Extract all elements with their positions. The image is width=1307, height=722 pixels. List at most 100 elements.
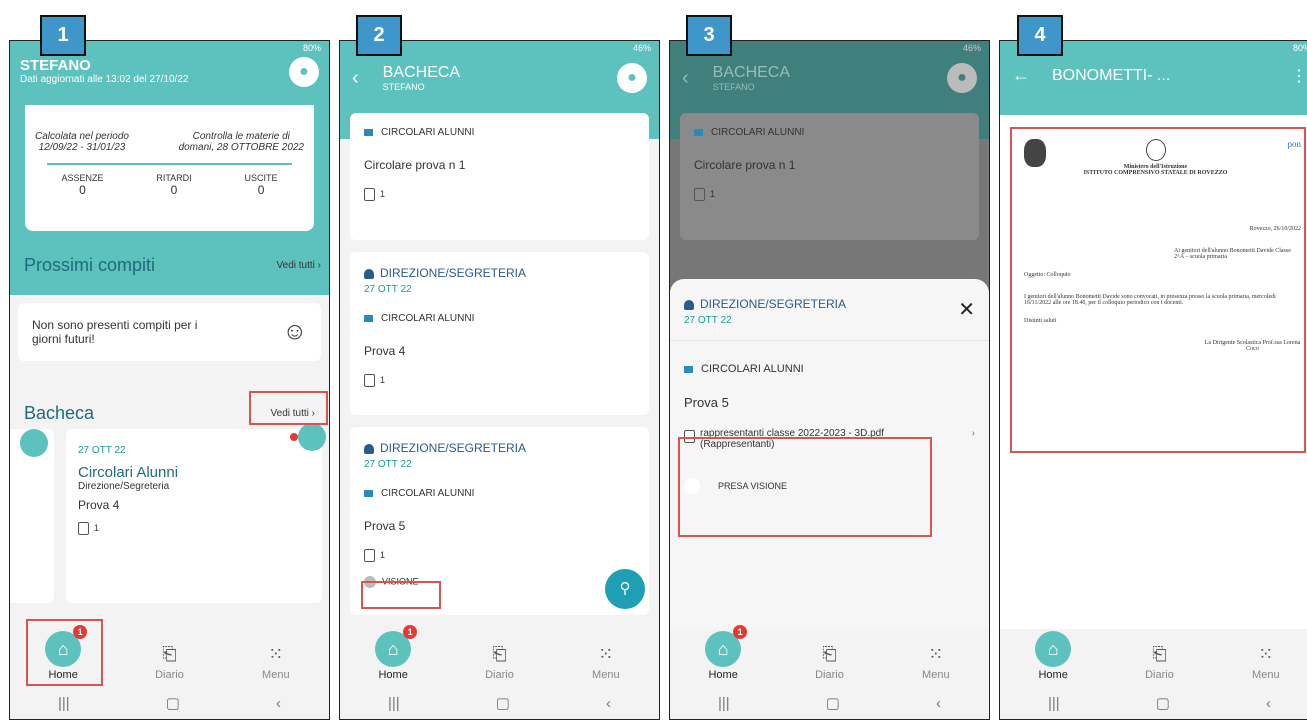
search-icon[interactable]: ⚲ [605, 569, 645, 609]
stat-ritardi: RITARDI 0 [156, 173, 192, 197]
nav-diario[interactable]: ⎗ Diario [1119, 639, 1199, 681]
note-icon [298, 423, 326, 451]
step-tag-1: 1 [40, 15, 86, 56]
document-icon [364, 549, 375, 562]
bookmark-icon: ⎗ [492, 644, 507, 664]
back-button[interactable]: ‹ [936, 695, 941, 712]
highlight-home [26, 619, 103, 686]
close-icon[interactable]: ✕ [958, 297, 975, 326]
nav-menu[interactable]: ⁙ Menu [566, 639, 646, 681]
nav-home[interactable]: ⌂ Home [1013, 631, 1093, 681]
recents-button[interactable]: ||| [58, 695, 70, 712]
bacheca-title: Bacheca [24, 403, 95, 423]
bacheca-item-2[interactable]: DIREZIONE/SEGRETERIA 27 OTT 22 CIRCOLARI… [350, 252, 649, 415]
bacheca-item-1[interactable]: CIRCOLARI ALUNNI Circolare prova n 1 1 [350, 113, 649, 240]
tray-icon: ☺ [282, 318, 307, 345]
avatar-icon[interactable]: ● [947, 63, 977, 93]
bottom-nav: ⌂ Home ⎗ Diario ⁙ Menu [1000, 629, 1307, 687]
notification-badge: 1 [733, 625, 748, 639]
phone-screen-home: 80% STEFANO Dati aggiornati alle 13:02 d… [9, 40, 330, 720]
back-arrow-icon[interactable]: ‹ [682, 67, 689, 90]
step-tag-3: 3 [686, 15, 732, 56]
avatar-icon[interactable]: ● [617, 63, 647, 93]
folder-icon [364, 489, 373, 497]
empty-tasks-text: Non sono presenti compiti per i giorni f… [32, 318, 198, 346]
stat-uscite: USCITE 0 [244, 173, 278, 197]
step-tag-2: 2 [356, 15, 402, 56]
recents-button[interactable]: ||| [1048, 695, 1060, 712]
document-icon [364, 188, 375, 201]
system-nav: ||| ▢ ‹ [10, 687, 329, 719]
nav-home[interactable]: ⌂ 1 Home [353, 625, 433, 681]
person-icon [684, 299, 694, 310]
home-icon: ⌂ 1 [375, 625, 418, 667]
check-date: domani, 28 OTTOBRE 2022 [178, 142, 304, 153]
grid-icon: ⁙ [268, 644, 284, 664]
item-title: Prova 4 [364, 344, 406, 358]
back-arrow-icon[interactable]: ‹ [352, 67, 359, 90]
empty-tasks-card: Non sono presenti compiti per i giorni f… [18, 303, 321, 361]
more-icon[interactable]: ⋮ [1291, 66, 1307, 86]
nav-menu[interactable]: ⁙ Menu [1226, 639, 1306, 681]
document-icon [364, 374, 375, 387]
period-label: Calcolata nel periodo [35, 131, 129, 142]
back-button[interactable]: ‹ [1266, 695, 1271, 712]
nav-menu[interactable]: ⁙ Menu [236, 639, 316, 681]
note-icon [20, 429, 48, 457]
bottom-nav: ⌂ 1 Home ⎗ Diario ⁙ Menu [670, 625, 989, 687]
home-button[interactable]: ▢ [166, 694, 180, 712]
nav-diario[interactable]: ⎗ Diario [129, 639, 209, 681]
system-nav: ||| ▢ ‹ [340, 687, 659, 719]
home-icon: ⌂ 1 [705, 625, 748, 667]
folder-icon [684, 365, 693, 373]
attachment-count: 1 [94, 522, 100, 533]
page-title: BACHECA [382, 64, 461, 81]
home-icon: ⌂ [1035, 631, 1072, 667]
update-info: Dati aggiornati alle 13:02 del 27/10/22 [20, 74, 189, 85]
teal-band: Calcolata nel periodo 12/09/22 - 31/01/23… [10, 105, 329, 295]
card-item: Prova 4 [78, 498, 120, 512]
item-title: Circolare prova n 1 [364, 158, 466, 172]
home-button[interactable]: ▢ [826, 694, 840, 712]
notification-badge: 1 [403, 625, 418, 639]
period-dates: 12/09/22 - 31/01/23 [38, 142, 126, 153]
document-icon [78, 522, 89, 535]
phone-screen-detail: 46% ‹ BACHECA STEFANO ● CIRCOLARI ALUNNI … [669, 40, 990, 720]
highlight-attachment [678, 437, 932, 537]
student-name: STEFANO [20, 57, 91, 74]
page-subtitle: STEFANO [712, 82, 755, 92]
nav-diario[interactable]: ⎗ Diario [459, 639, 539, 681]
folder-icon [694, 128, 703, 136]
nav-menu[interactable]: ⁙ Menu [896, 639, 976, 681]
phone-screen-bacheca: 46% ‹ BACHECA STEFANO ● CIRCOLARI ALUNNI … [339, 40, 660, 720]
folder-icon [364, 314, 373, 322]
dimmed-item: CIRCOLARI ALUNNI Circolare prova n 1 1 [680, 113, 979, 240]
back-button[interactable]: ‹ [606, 695, 611, 712]
document-icon [694, 188, 705, 201]
compiti-see-all[interactable]: Vedi tutti › [277, 260, 321, 271]
recents-button[interactable]: ||| [718, 695, 730, 712]
back-arrow-icon[interactable]: ← [1012, 65, 1030, 86]
nav-diario[interactable]: ⎗ Diario [789, 639, 869, 681]
card-title: Circolari Alunni [78, 464, 179, 481]
compiti-title: Prossimi compiti [24, 255, 156, 275]
highlight-see-all [249, 391, 328, 425]
highlight-pdf [1010, 127, 1306, 453]
recents-button[interactable]: ||| [388, 695, 400, 712]
check-label: Controlla le materie di [192, 131, 290, 142]
folder-icon [364, 128, 373, 136]
grid-icon: ⁙ [928, 644, 944, 664]
step-tag-4: 4 [1017, 15, 1063, 56]
home-button[interactable]: ▢ [496, 694, 510, 712]
grid-icon: ⁙ [598, 644, 614, 664]
card-sub: Direzione/Segreteria [78, 481, 170, 492]
document-title: BONOMETTI- ... [1052, 66, 1171, 84]
nav-home[interactable]: ⌂ 1 Home [683, 625, 763, 681]
system-nav: ||| ▢ ‹ [670, 687, 989, 719]
back-button[interactable]: ‹ [276, 695, 281, 712]
bacheca-card[interactable]: 27 OTT 22 Circolari Alunni Direzione/Seg… [66, 423, 326, 603]
avatar-icon[interactable]: ● [289, 57, 319, 87]
home-button[interactable]: ▢ [1156, 694, 1170, 712]
grid-icon: ⁙ [1258, 644, 1274, 664]
bookmark-icon: ⎗ [162, 644, 177, 664]
